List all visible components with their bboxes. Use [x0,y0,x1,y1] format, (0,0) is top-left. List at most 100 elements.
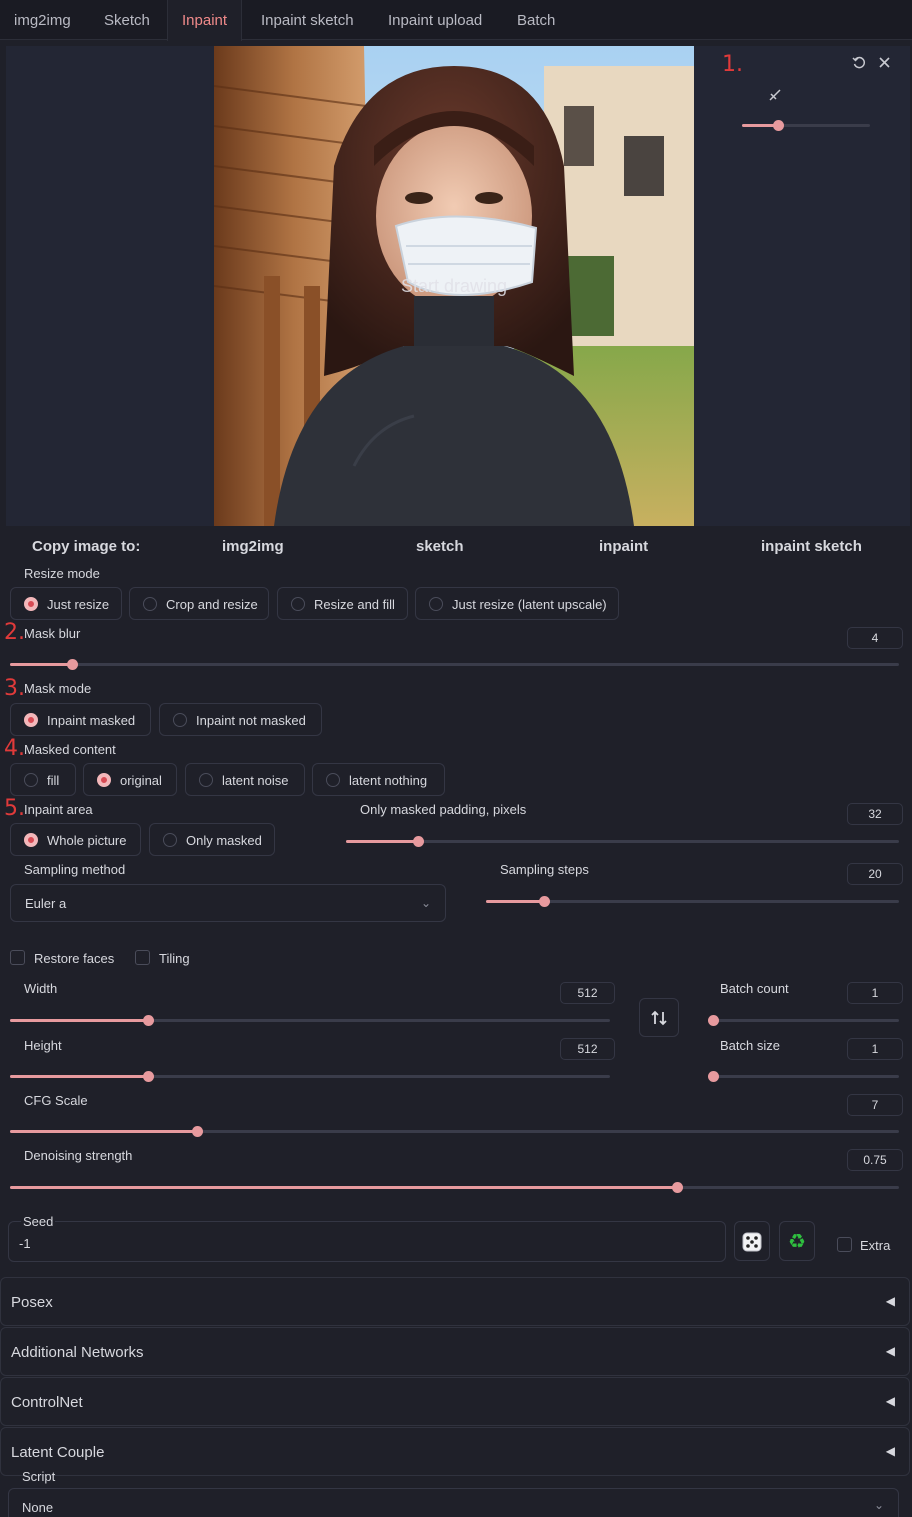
script-select[interactable]: None ⌄ [8,1488,899,1517]
tiling-checkbox[interactable] [135,950,150,965]
padding-label: Only masked padding, pixels [360,802,527,817]
width-label: Width [24,981,58,996]
copy-to-sketch-button[interactable]: sketch [416,538,464,555]
radio-resize-and-fill[interactable]: Resize and fill [277,587,408,620]
radio-crop-and-resize[interactable]: Crop and resize [129,587,269,620]
radio-dot [173,713,187,727]
radio-just-resize-latent[interactable]: Just resize (latent upscale) [415,587,619,620]
batch-count-thumb[interactable] [708,1015,719,1026]
random-seed-button[interactable] [734,1221,770,1261]
batch-size-input[interactable]: 1 [847,1038,903,1060]
accordion-posex[interactable]: Posex ◀ [0,1277,910,1326]
radio-fill[interactable]: fill [10,763,76,796]
script-label: Script [22,1469,56,1484]
undo-icon[interactable] [852,56,866,73]
extra-checkbox[interactable] [837,1237,852,1252]
mask-blur-label: Mask blur [24,626,81,641]
padding-slider[interactable] [346,836,899,847]
denoising-label: Denoising strength [24,1148,133,1163]
seed-field[interactable]: Seed -1 [8,1214,726,1262]
brush-icon[interactable] [768,88,782,105]
mask-mode-label: Mask mode [24,681,92,696]
cfg-scale-input[interactable]: 7 [847,1094,903,1116]
mask-blur-thumb[interactable] [67,659,79,670]
padding-input[interactable]: 32 [847,803,903,825]
radio-dot [199,773,213,787]
mask-blur-slider[interactable] [10,659,899,670]
accordion-latent-couple[interactable]: Latent Couple ◀ [0,1427,910,1476]
tab-sketch[interactable]: Sketch [104,0,150,40]
radio-label: Just resize [47,597,110,612]
tab-inpaint[interactable]: Inpaint [167,0,243,41]
radio-label: latent noise [222,773,289,788]
copy-to-inpaint-sketch-button[interactable]: inpaint sketch [761,538,862,555]
sampling-method-select[interactable]: Euler a ⌄ [10,884,446,922]
width-input[interactable]: 512 [560,982,615,1004]
radio-inpaint-not-masked[interactable]: Inpaint not masked [159,703,322,736]
sampling-steps-thumb[interactable] [538,896,550,907]
triangle-left-icon: ◀ [885,1444,895,1458]
brush-size-slider[interactable] [742,120,870,131]
sampling-steps-slider[interactable] [486,896,899,907]
mask-blur-input[interactable]: 4 [847,627,903,649]
height-input[interactable]: 512 [560,1038,615,1060]
denoising-thumb[interactable] [671,1182,683,1193]
radio-just-resize[interactable]: Just resize [10,587,122,620]
close-icon[interactable] [878,56,891,72]
batch-count-slider[interactable] [708,1015,899,1026]
annotation-1: 1. [722,52,743,77]
sampling-steps-input[interactable]: 20 [847,863,903,885]
batch-count-input[interactable]: 1 [847,982,903,1004]
width-thumb[interactable] [143,1015,154,1026]
sampling-steps-fill [486,900,544,903]
reuse-seed-button[interactable]: ♻ [779,1221,815,1261]
radio-label: Crop and resize [166,597,258,612]
padding-thumb[interactable] [412,836,424,847]
swap-dimensions-button[interactable] [639,998,679,1037]
script-value: None [22,1500,54,1515]
radio-label: Inpaint masked [47,713,136,728]
radio-whole-picture[interactable]: Whole picture [10,823,141,856]
brush-size-thumb[interactable] [772,120,784,131]
tab-img2img[interactable]: img2img [14,0,71,40]
tab-bar: img2img Sketch Inpaint Inpaint sketch In… [0,0,912,41]
seed-value: -1 [19,1236,31,1251]
height-thumb[interactable] [143,1071,154,1082]
annotation-5: 5. [4,796,25,821]
radio-original[interactable]: original [83,763,177,796]
width-slider[interactable] [10,1015,610,1026]
radio-dot [97,773,111,787]
batch-size-slider[interactable] [708,1071,899,1082]
radio-dot [24,597,38,611]
sampling-method-value: Euler a [25,896,67,911]
denoising-input[interactable]: 0.75 [847,1149,903,1171]
tab-inpaint-upload[interactable]: Inpaint upload [388,0,482,40]
radio-only-masked[interactable]: Only masked [149,823,275,856]
copy-to-img2img-button[interactable]: img2img [222,538,284,555]
batch-size-thumb[interactable] [708,1071,719,1082]
copy-to-inpaint-button[interactable]: inpaint [599,538,648,555]
radio-inpaint-masked[interactable]: Inpaint masked [10,703,151,736]
batch-size-label: Batch size [720,1038,780,1053]
tab-batch[interactable]: Batch [517,0,555,40]
restore-faces-checkbox[interactable] [10,950,25,965]
cfg-scale-thumb[interactable] [191,1126,203,1137]
radio-label: original [120,773,162,788]
width-fill [10,1019,148,1022]
accordion-additional-networks[interactable]: Additional Networks ◀ [0,1327,910,1376]
denoising-slider[interactable] [10,1182,899,1193]
radio-label: Resize and fill [314,597,395,612]
copy-image-label: Copy image to: [32,538,141,555]
accordion-controlnet[interactable]: ControlNet ◀ [0,1377,910,1426]
height-slider[interactable] [10,1071,610,1082]
mask-blur-fill [10,663,73,666]
inpaint-area-label: Inpaint area [24,802,93,817]
radio-latent-noise[interactable]: latent noise [185,763,305,796]
seed-label: Seed [21,1214,56,1229]
radio-label: Inpaint not masked [196,713,306,728]
tab-inpaint-sketch[interactable]: Inpaint sketch [261,0,354,40]
radio-latent-nothing[interactable]: latent nothing [312,763,445,796]
recycle-icon: ♻ [788,1229,806,1253]
cfg-scale-slider[interactable] [10,1126,899,1137]
radio-label: Just resize (latent upscale) [452,597,607,612]
